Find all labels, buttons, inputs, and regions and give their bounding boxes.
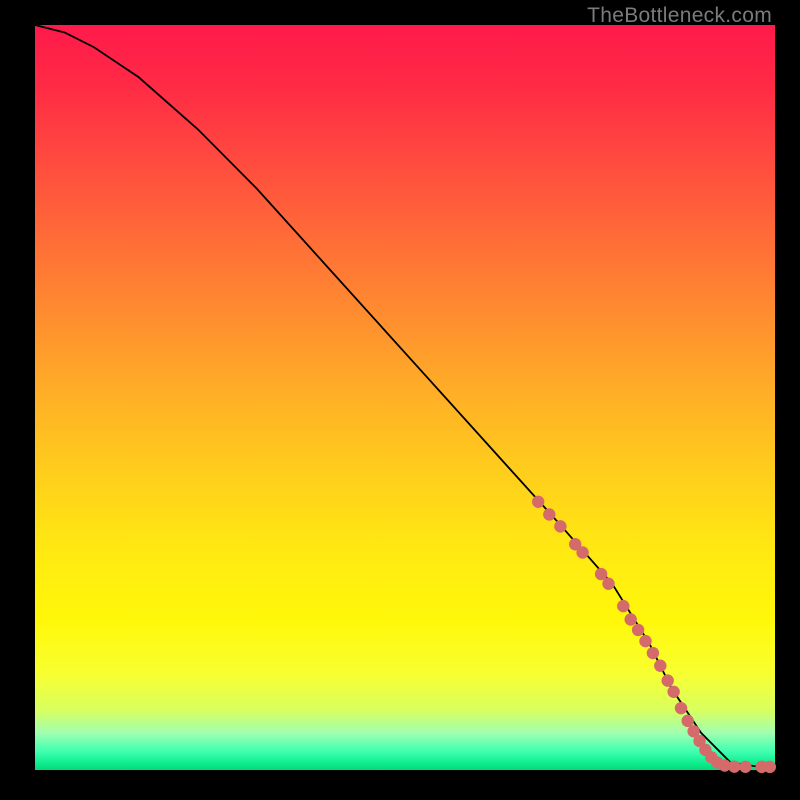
chart-dot	[647, 647, 659, 659]
chart-dot	[554, 520, 566, 532]
chart-dot	[667, 686, 679, 698]
chart-dot	[625, 613, 637, 625]
watermark-label: TheBottleneck.com	[587, 4, 772, 28]
chart-dot	[764, 761, 776, 773]
chart-line	[35, 25, 775, 767]
chart-dot	[662, 674, 674, 686]
chart-dot	[739, 761, 751, 773]
chart-dot	[675, 702, 687, 714]
chart-plot-area	[35, 25, 775, 770]
chart-dot	[654, 660, 666, 672]
chart-dot	[728, 760, 740, 772]
chart-dot	[576, 546, 588, 558]
chart-dot	[617, 600, 629, 612]
chart-svg	[35, 25, 775, 770]
chart-dot	[681, 715, 693, 727]
chart-dot	[602, 578, 614, 590]
chart-dot	[543, 508, 555, 520]
chart-dot	[632, 624, 644, 636]
chart-dot-group	[532, 496, 776, 773]
chart-dot	[639, 635, 651, 647]
chart-stage: TheBottleneck.com	[0, 0, 800, 800]
chart-dot	[532, 496, 544, 508]
